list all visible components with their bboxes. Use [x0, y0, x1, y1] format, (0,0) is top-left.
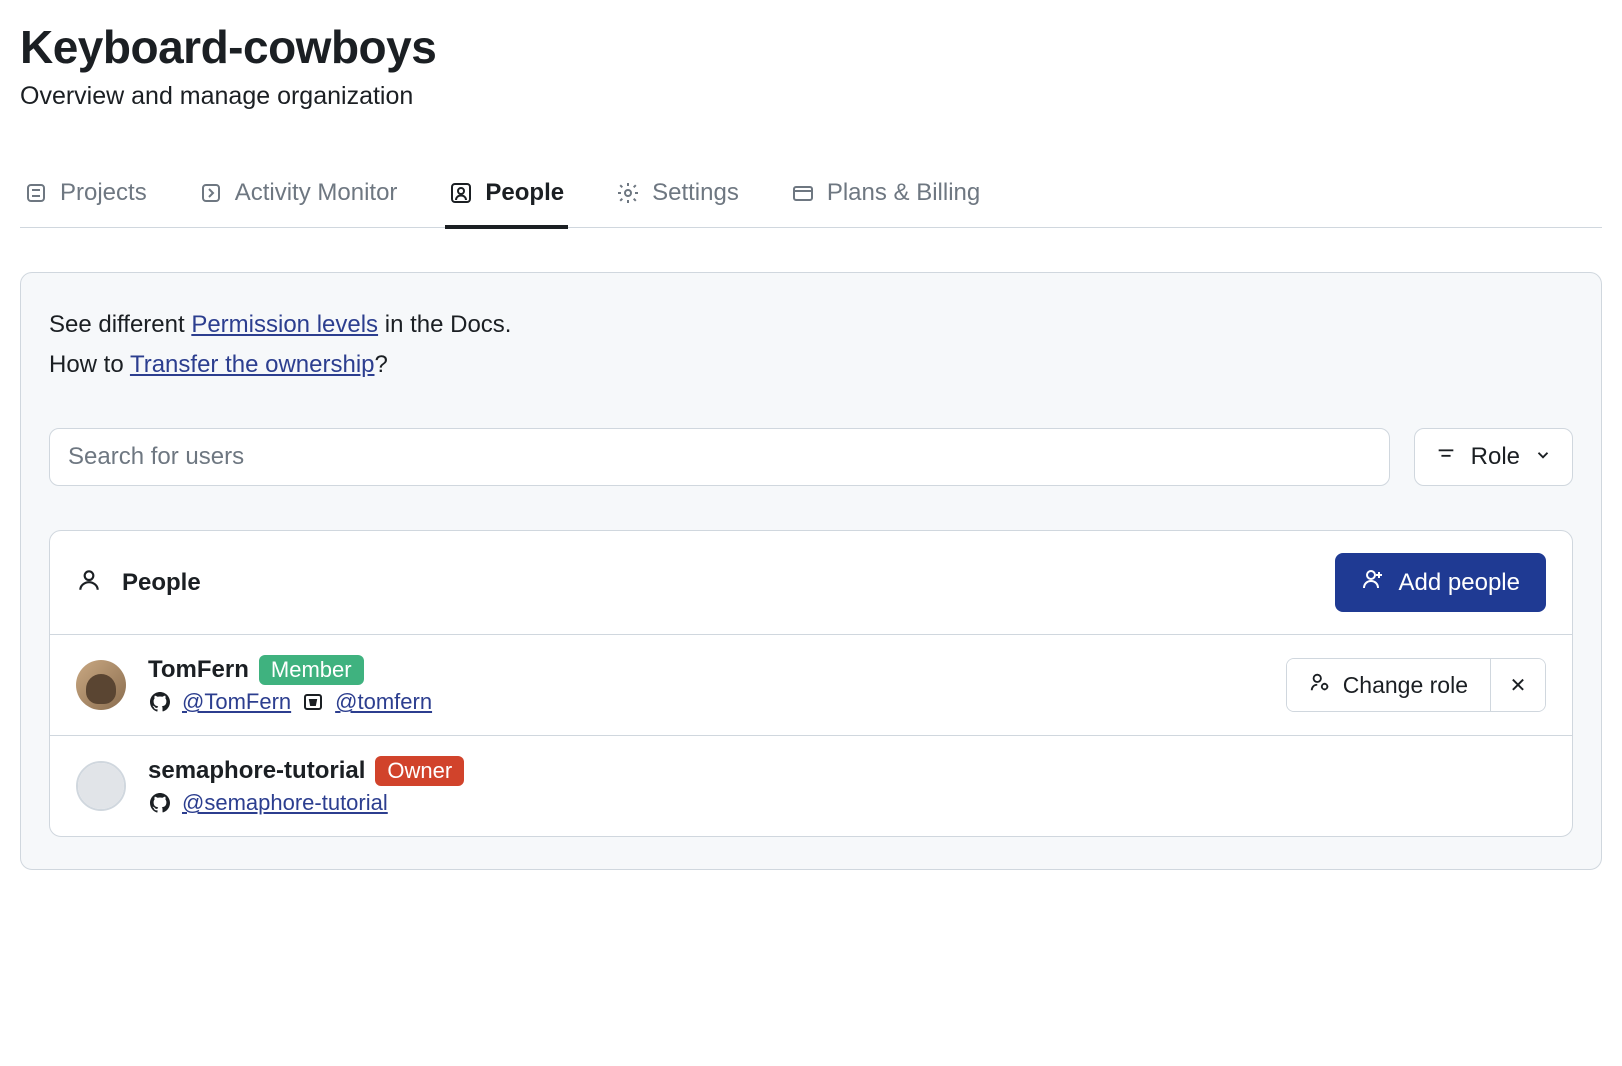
content-panel: See different Permission levels in the D… — [20, 272, 1602, 870]
tab-activity-monitor[interactable]: Activity Monitor — [195, 163, 402, 229]
change-role-button[interactable]: Change role — [1287, 659, 1491, 711]
tabs-nav: Projects Activity Monitor People Setting… — [20, 163, 1602, 228]
page-title: Keyboard-cowboys — [20, 20, 1602, 74]
github-icon — [148, 791, 172, 815]
person-name: semaphore-tutorial — [148, 757, 365, 785]
tab-label: Activity Monitor — [235, 179, 398, 207]
role-filter-button[interactable]: Role — [1414, 428, 1573, 486]
bitbucket-icon — [301, 690, 325, 714]
role-badge: Owner — [375, 756, 464, 786]
info-text-segment: ? — [375, 351, 388, 378]
info-text: See different Permission levels in the D… — [49, 305, 1573, 384]
person-name: TomFern — [148, 656, 249, 684]
tab-settings[interactable]: Settings — [612, 163, 743, 229]
filter-icon — [1435, 443, 1457, 472]
close-icon: ✕ — [1510, 675, 1527, 697]
tab-plans-billing[interactable]: Plans & Billing — [787, 163, 984, 229]
person-add-icon — [1361, 567, 1385, 598]
people-card: People Add people TomFern Member — [49, 530, 1573, 837]
github-handle-link[interactable]: @TomFern — [182, 689, 291, 715]
page-subtitle: Overview and manage organization — [20, 82, 1602, 111]
transfer-ownership-link[interactable]: Transfer the ownership — [130, 351, 375, 378]
tab-label: Plans & Billing — [827, 179, 980, 207]
add-people-label: Add people — [1399, 569, 1520, 597]
tab-label: Projects — [60, 179, 147, 207]
search-input[interactable] — [49, 428, 1390, 486]
chevron-down-icon — [1534, 443, 1552, 471]
billing-icon — [791, 181, 815, 205]
github-handle-link[interactable]: @semaphore-tutorial — [182, 790, 388, 816]
person-row: TomFern Member @TomFern @tomfern — [50, 635, 1572, 736]
role-filter-label: Role — [1471, 443, 1520, 471]
change-role-label: Change role — [1343, 672, 1468, 699]
person-gear-icon — [1309, 671, 1331, 699]
info-text-segment: in the Docs. — [378, 311, 511, 338]
settings-icon — [616, 181, 640, 205]
remove-person-button[interactable]: ✕ — [1491, 659, 1545, 711]
bitbucket-handle-link[interactable]: @tomfern — [335, 689, 432, 715]
permission-levels-link[interactable]: Permission levels — [191, 311, 378, 338]
people-header-title: People — [122, 569, 201, 597]
person-outline-icon — [76, 567, 102, 598]
tab-projects[interactable]: Projects — [20, 163, 151, 229]
tab-people[interactable]: People — [445, 163, 568, 229]
activity-icon — [199, 181, 223, 205]
info-text-segment: See different — [49, 311, 191, 338]
avatar — [76, 660, 126, 710]
github-icon — [148, 690, 172, 714]
info-text-segment: How to — [49, 351, 130, 378]
role-badge: Member — [259, 655, 364, 685]
people-icon — [449, 181, 473, 205]
projects-icon — [24, 181, 48, 205]
avatar — [76, 761, 126, 811]
add-people-button[interactable]: Add people — [1335, 553, 1546, 612]
person-row: semaphore-tutorial Owner @semaphore-tuto… — [50, 736, 1572, 836]
tab-label: People — [485, 179, 564, 207]
tab-label: Settings — [652, 179, 739, 207]
